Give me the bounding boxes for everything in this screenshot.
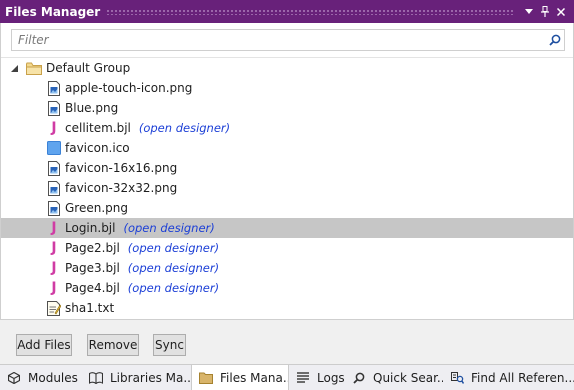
tab-label: Logs xyxy=(317,370,345,385)
tab-find-all-references[interactable]: Find All Referen... xyxy=(443,365,574,390)
magnifier-icon xyxy=(351,370,367,386)
file-name: Page2.bjl xyxy=(65,241,120,255)
panel-titlebar: Files Manager xyxy=(0,0,574,23)
tab-quick-search[interactable]: Quick Sear... xyxy=(345,365,443,390)
file-name: sha1.txt xyxy=(65,301,115,315)
open-designer-link[interactable]: (open designer) xyxy=(128,281,219,295)
designer-file-icon: J xyxy=(51,120,57,136)
list-item[interactable]: favicon.ico xyxy=(1,138,573,158)
tab-label: Libraries Ma... xyxy=(110,370,191,385)
tab-modules[interactable]: Modules xyxy=(0,365,82,390)
list-item-selected[interactable]: J Login.bjl (open designer) xyxy=(1,218,573,238)
list-item[interactable]: J Page3.bjl (open designer) xyxy=(1,258,573,278)
file-name: favicon-16x16.png xyxy=(65,161,178,175)
files-panel: Default Group apple-touch-icon.png Blue.… xyxy=(0,23,574,319)
find-references-icon xyxy=(449,370,465,386)
pin-icon[interactable] xyxy=(538,5,552,19)
file-name: favicon.ico xyxy=(65,141,130,155)
add-files-button[interactable]: Add Files xyxy=(16,334,72,356)
list-item[interactable]: sha1.txt xyxy=(1,298,573,318)
tree-group[interactable]: Default Group xyxy=(1,58,573,78)
title-grip[interactable] xyxy=(106,8,514,15)
filter-box xyxy=(11,29,565,51)
image-file-icon xyxy=(47,200,61,216)
sync-button[interactable]: Sync xyxy=(153,334,186,356)
image-file-icon xyxy=(47,160,61,176)
file-name: Blue.png xyxy=(65,101,119,115)
folder-icon xyxy=(26,61,42,75)
files-tree: Default Group apple-touch-icon.png Blue.… xyxy=(1,58,573,318)
dropdown-arrow-icon[interactable] xyxy=(522,5,536,19)
group-label: Default Group xyxy=(46,61,131,75)
logs-icon xyxy=(295,370,311,386)
tool-window-tabs: Modules Libraries Ma... Files Mana... Lo… xyxy=(0,364,574,390)
text-file-icon xyxy=(47,300,61,316)
folder-icon xyxy=(198,370,214,386)
button-bar: Add Files Remove Sync xyxy=(0,319,574,364)
designer-file-icon: J xyxy=(51,220,57,236)
image-file-icon xyxy=(47,100,61,116)
tab-label: Modules xyxy=(28,370,78,385)
file-name: apple-touch-icon.png xyxy=(65,81,193,95)
tab-label: Quick Sear... xyxy=(373,370,443,385)
designer-file-icon: J xyxy=(51,260,57,276)
tab-label: Files Mana... xyxy=(220,370,289,385)
list-item[interactable]: favicon-16x16.png xyxy=(1,158,573,178)
file-name: Login.bjl xyxy=(65,221,116,235)
file-name: cellitem.bjl xyxy=(65,121,131,135)
designer-file-icon: J xyxy=(51,280,57,296)
list-item[interactable]: Green.png xyxy=(1,198,573,218)
list-item[interactable]: favicon-32x32.png xyxy=(1,178,573,198)
file-name: favicon-32x32.png xyxy=(65,181,178,195)
list-item[interactable]: J cellitem.bjl (open designer) xyxy=(1,118,573,138)
panel-title: Files Manager xyxy=(5,4,101,19)
image-file-icon xyxy=(47,180,61,196)
tab-files-manager[interactable]: Files Mana... xyxy=(191,365,289,390)
open-designer-link[interactable]: (open designer) xyxy=(128,261,219,275)
filter-input[interactable] xyxy=(12,30,546,50)
open-designer-link[interactable]: (open designer) xyxy=(139,121,230,135)
close-icon[interactable] xyxy=(554,5,568,19)
tab-logs[interactable]: Logs xyxy=(289,365,345,390)
remove-button[interactable]: Remove xyxy=(87,334,139,356)
file-name: Page3.bjl xyxy=(65,261,120,275)
search-icon[interactable] xyxy=(546,30,564,50)
file-name: Page4.bjl xyxy=(65,281,120,295)
list-item[interactable]: Blue.png xyxy=(1,98,573,118)
tab-label: Find All Referen... xyxy=(471,370,574,385)
ico-file-icon xyxy=(47,140,61,156)
list-item[interactable]: apple-touch-icon.png xyxy=(1,78,573,98)
collapse-triangle-icon[interactable] xyxy=(8,64,20,72)
list-item[interactable]: J Page4.bjl (open designer) xyxy=(1,278,573,298)
file-name: Green.png xyxy=(65,201,128,215)
book-icon xyxy=(88,370,104,386)
open-designer-link[interactable]: (open designer) xyxy=(123,221,214,235)
modules-icon xyxy=(6,370,22,386)
list-item[interactable]: J Page2.bjl (open designer) xyxy=(1,238,573,258)
designer-file-icon: J xyxy=(51,240,57,256)
image-file-icon xyxy=(47,80,61,96)
open-designer-link[interactable]: (open designer) xyxy=(128,241,219,255)
tab-libraries-manager[interactable]: Libraries Ma... xyxy=(82,365,191,390)
